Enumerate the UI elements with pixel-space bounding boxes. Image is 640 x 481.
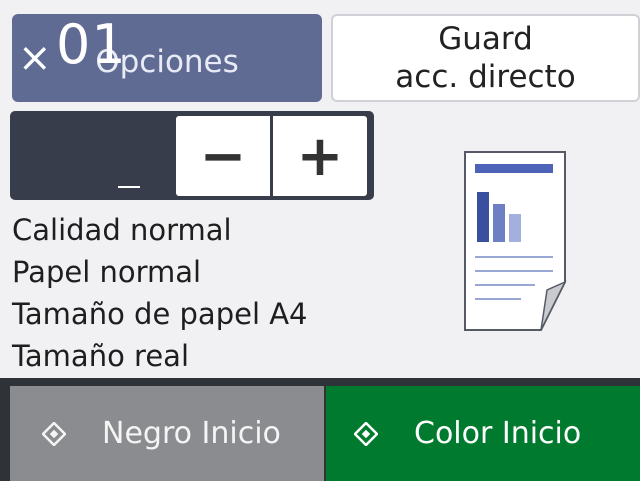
decrease-copies-button[interactable]: − [176, 116, 270, 196]
document-preview-icon [464, 151, 567, 331]
setting-scale: Tamaño real [12, 339, 190, 373]
setting-paper-size: Tamaño de papel A4 [12, 297, 308, 331]
save-shortcut-button[interactable]: Guard acc. directo [331, 14, 640, 102]
copy-settings-list: Calidad normal Papel normal Tamaño de pa… [12, 209, 392, 377]
plus-icon: + [296, 123, 344, 189]
copy-screen: Opciones Guard acc. directo × 01 − + Cal… [0, 0, 640, 481]
increase-copies-button[interactable]: + [273, 116, 367, 196]
black-start-label: Negro Inicio [102, 416, 281, 451]
diamond-start-icon [42, 421, 66, 446]
save-shortcut-label-line2: acc. directo [395, 59, 576, 95]
diamond-start-icon [354, 421, 378, 446]
copies-cursor [118, 186, 140, 188]
copies-value[interactable]: 01 [56, 12, 127, 78]
black-start-button[interactable]: Negro Inicio [10, 386, 324, 481]
copies-multiplier: × [18, 35, 52, 81]
save-shortcut-label-line1: Guard [438, 21, 533, 57]
minus-icon: − [199, 123, 247, 189]
color-start-button[interactable]: Color Inicio [326, 386, 640, 481]
setting-quality: Calidad normal [12, 213, 232, 247]
color-start-label: Color Inicio [414, 416, 582, 451]
setting-paper-type: Papel normal [12, 255, 202, 289]
